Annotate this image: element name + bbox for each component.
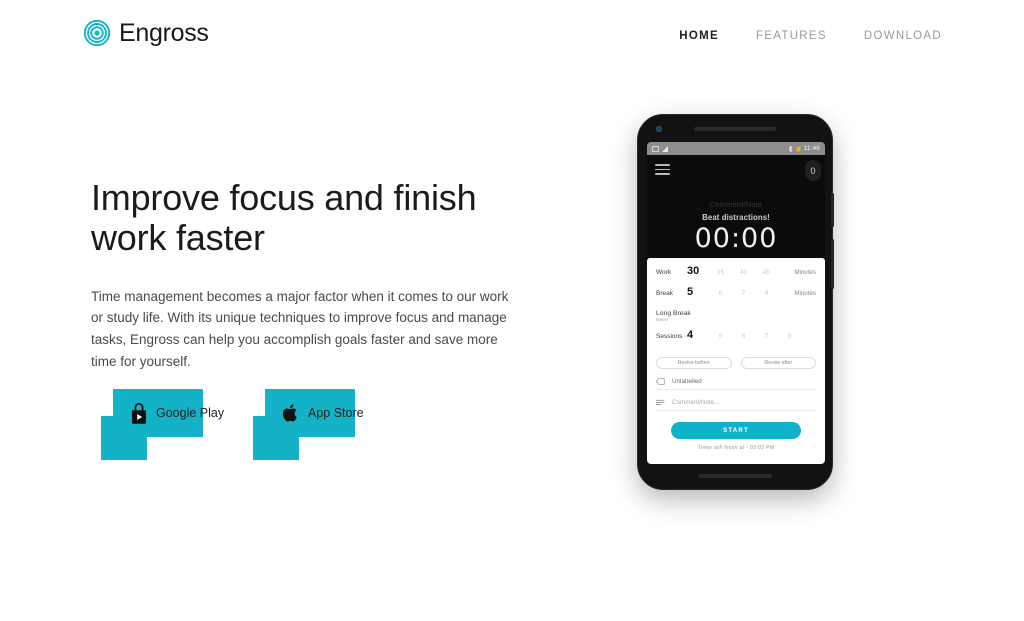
- app-timer-display: 00:00: [694, 223, 778, 254]
- long-break-label: Long Break: [656, 310, 691, 317]
- brand-name: Engross: [119, 18, 209, 47]
- work-option[interactable]: 45: [755, 269, 778, 276]
- sessions-label: Sessions: [656, 332, 683, 340]
- phone-camera: [656, 126, 662, 132]
- phone-earpiece: [694, 127, 776, 131]
- phone-screen: 11:46 0 Comment/Note Beat distractions! …: [647, 142, 825, 464]
- status-bar-time: 11:46: [803, 145, 820, 152]
- long-break-value: Never: [656, 318, 669, 324]
- google-play-icon: [132, 402, 146, 424]
- screenshot-icon: [652, 145, 659, 152]
- brand-logo-group[interactable]: Engross: [84, 20, 209, 46]
- revise-before-button[interactable]: Revise before: [656, 356, 732, 369]
- break-unit: Minutes: [794, 290, 816, 297]
- session-count-badge[interactable]: 0: [805, 160, 821, 181]
- app-settings-card: Work 30 35 40 45 Minutes Break 5 6 7 8 M…: [647, 258, 825, 464]
- site-header: Engross HOME FEATURES DOWNLOAD: [0, 0, 1024, 74]
- setting-row-sessions[interactable]: Sessions 4 5 6 7 8: [656, 329, 816, 350]
- phone-bottom-speaker: [698, 474, 772, 478]
- signal-icon: [662, 145, 668, 152]
- work-option[interactable]: 40: [732, 269, 755, 276]
- battery-icon: [796, 146, 801, 151]
- note-field[interactable]: Comment/Note...: [656, 399, 816, 411]
- phone-volume-button: [831, 239, 834, 289]
- main-nav: HOME FEATURES DOWNLOAD: [679, 30, 942, 42]
- nav-link-home[interactable]: HOME: [679, 30, 719, 42]
- notes-icon: [656, 399, 665, 405]
- app-store-label: App Store: [308, 406, 364, 420]
- nav-link-download[interactable]: DOWNLOAD: [864, 30, 942, 42]
- google-play-label: Google Play: [156, 406, 225, 420]
- tag-field-text: Unlabelled: [672, 377, 702, 385]
- sessions-option[interactable]: 7: [755, 333, 778, 340]
- break-option[interactable]: 6: [709, 290, 732, 297]
- sessions-option[interactable]: 8: [778, 333, 801, 340]
- sessions-value[interactable]: 4: [687, 329, 709, 341]
- phone-mockup: 11:46 0 Comment/Note Beat distractions! …: [637, 114, 834, 490]
- landing-page: Engross HOME FEATURES DOWNLOAD Improve f…: [0, 0, 1024, 621]
- work-option[interactable]: 35: [709, 269, 732, 276]
- app-header-area: 0 Comment/Note Beat distractions! 00:00: [647, 155, 825, 258]
- setting-row-long-break[interactable]: Long Break Never: [656, 307, 816, 325]
- note-field-text: Comment/Note...: [672, 398, 720, 406]
- start-button[interactable]: START: [671, 421, 801, 439]
- nav-link-features[interactable]: FEATURES: [756, 30, 827, 42]
- break-option[interactable]: 8: [755, 290, 778, 297]
- sessions-option[interactable]: 5: [709, 333, 732, 340]
- status-bar: 11:46: [647, 142, 825, 155]
- sessions-option[interactable]: 6: [732, 333, 755, 340]
- app-store-button[interactable]: App Store: [265, 389, 364, 437]
- store-buttons: Google Play App Store: [101, 383, 521, 463]
- bluetooth-icon: [788, 145, 793, 152]
- work-value[interactable]: 30: [687, 265, 709, 277]
- hero-paragraph: Time management becomes a major factor w…: [91, 288, 509, 370]
- timer-finish-text: Timer will finish at - 02:03 PM: [697, 444, 775, 451]
- work-label: Work: [656, 269, 672, 276]
- phone-power-button: [831, 193, 834, 227]
- tag-field[interactable]: Unlabelled: [656, 378, 816, 390]
- concentric-circles-icon: [84, 20, 110, 46]
- google-play-button[interactable]: Google Play: [113, 389, 224, 437]
- app-note-placeholder: Comment/Note: [709, 200, 763, 209]
- tag-icon: [656, 377, 665, 385]
- revise-after-button[interactable]: Revise after: [740, 356, 816, 369]
- apple-icon: [282, 404, 297, 422]
- hamburger-icon[interactable]: [655, 164, 670, 175]
- work-unit: Minutes: [794, 269, 816, 276]
- break-option[interactable]: 7: [732, 290, 755, 297]
- revise-buttons: Revise before Revise after: [656, 356, 816, 369]
- break-label: Break: [656, 290, 673, 297]
- setting-row-work[interactable]: Work 30 35 40 45 Minutes: [656, 265, 816, 286]
- hero-text-block: Improve focus and finish work faster Tim…: [91, 177, 531, 373]
- break-value[interactable]: 5: [687, 286, 709, 298]
- page-title: Improve focus and finish work faster: [91, 177, 477, 259]
- app-quote: Beat distractions!: [702, 213, 770, 222]
- setting-row-break[interactable]: Break 5 6 7 8 Minutes: [656, 286, 816, 307]
